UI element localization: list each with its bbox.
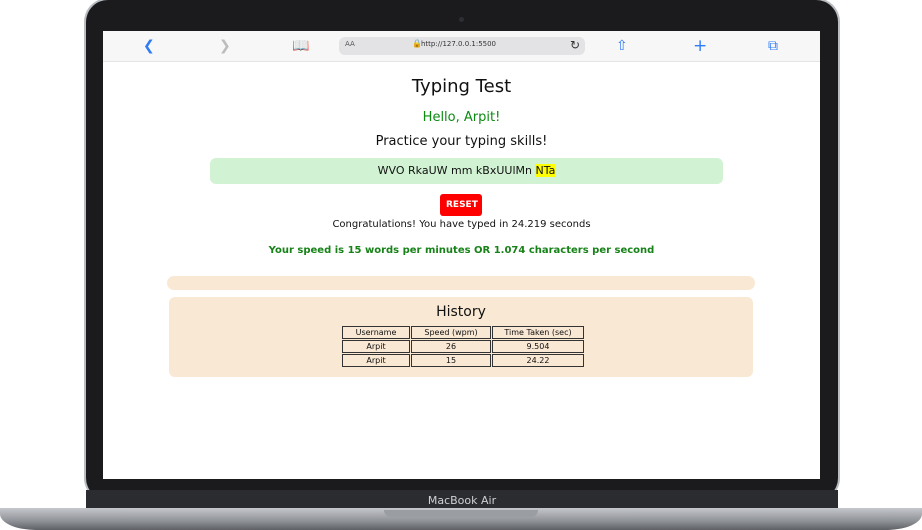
column-header: Time Taken (sec): [492, 326, 584, 339]
camera-icon: [459, 17, 464, 22]
table-row: Arpit 26 9.504: [342, 340, 584, 353]
browser-toolbar: ❮ ❯ 📖 AA 🔒 http://127.0.0.1:5500 ↻ ⇧ + ⧉: [103, 31, 820, 62]
page-content: Typing Test Hello, Arpit! Practice your …: [103, 62, 820, 479]
history-panel: History Username Speed (wpm) Time Taken …: [169, 297, 753, 377]
table-cell: 26: [411, 340, 491, 353]
table-cell: 9.504: [492, 340, 584, 353]
table-cell: 24.22: [492, 354, 584, 367]
column-header: Username: [342, 326, 410, 339]
typing-sample-text: WVO RkaUW mm kBxUUlMn NTa: [210, 158, 723, 184]
greeting-text: Hello, Arpit!: [422, 110, 501, 125]
page-title: Typing Test: [411, 76, 512, 97]
empty-status-bar: [167, 276, 755, 290]
back-icon[interactable]: ❮: [143, 37, 155, 55]
table-cell: Arpit: [342, 340, 410, 353]
new-tab-icon[interactable]: +: [693, 37, 707, 55]
reset-button[interactable]: RESET: [440, 194, 482, 216]
column-header: Speed (wpm): [411, 326, 491, 339]
browser-screen: ❮ ❯ 📖 AA 🔒 http://127.0.0.1:5500 ↻ ⇧ + ⧉…: [103, 31, 820, 479]
table-cell: Arpit: [342, 354, 410, 367]
address-bar[interactable]: AA 🔒 http://127.0.0.1:5500 ↻: [339, 37, 585, 55]
laptop-notch: [384, 510, 538, 517]
tabs-icon[interactable]: ⧉: [768, 37, 778, 55]
sample-text: WVO RkaUW mm kBxUUlMn: [377, 164, 532, 177]
forward-icon[interactable]: ❯: [219, 37, 231, 55]
table-row: Arpit 15 24.22: [342, 354, 584, 367]
share-icon[interactable]: ⇧: [616, 37, 628, 55]
practice-subtitle: Practice your typing skills!: [375, 134, 548, 149]
speed-message: Your speed is 15 words per minutes OR 1.…: [268, 245, 655, 256]
table-cell: 15: [411, 354, 491, 367]
sample-text-highlight: NTa: [535, 164, 556, 177]
history-header-row: Username Speed (wpm) Time Taken (sec): [342, 326, 584, 339]
device-label: MacBook Air: [427, 494, 497, 507]
history-table: Username Speed (wpm) Time Taken (sec) Ar…: [341, 325, 585, 368]
url-text[interactable]: http://127.0.0.1:5500: [421, 40, 496, 48]
history-title: History: [436, 304, 486, 320]
reader-view-label[interactable]: AA: [345, 40, 355, 48]
bookmarks-icon[interactable]: 📖: [292, 37, 309, 55]
result-message: Congratulations! You have typed in 24.21…: [332, 219, 591, 230]
reload-icon[interactable]: ↻: [570, 38, 580, 52]
